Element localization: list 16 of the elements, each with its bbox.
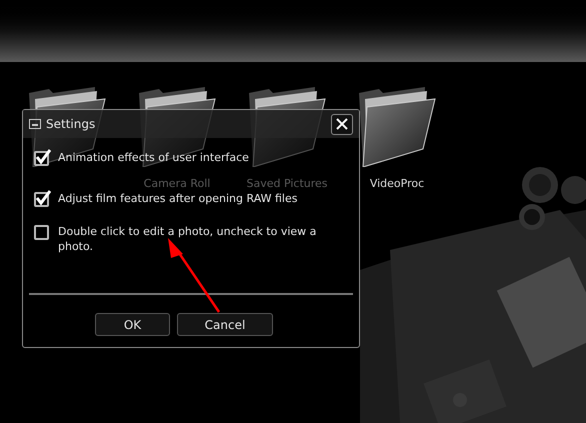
checkbox[interactable] <box>34 225 49 240</box>
window-title: Settings <box>46 116 96 133</box>
option-label: Adjust film features after opening RAW files <box>58 191 298 206</box>
folder-icon[interactable] <box>357 85 437 167</box>
dialog-button[interactable]: OK <box>95 313 170 336</box>
folder-label: Saved Pictures <box>246 178 328 189</box>
option-label: Animation effects of user interface <box>58 150 250 165</box>
option-label: Double click to edit a photo, uncheck to view a photo. <box>58 224 318 254</box>
folder-label: Camera Roll <box>144 178 210 189</box>
folder-label: VideoProc <box>370 178 424 189</box>
dialog-button[interactable]: Cancel <box>177 313 273 336</box>
window-icon <box>29 119 41 129</box>
checkbox[interactable] <box>34 192 49 207</box>
close-button[interactable] <box>331 114 353 134</box>
close-icon <box>336 118 348 130</box>
checkbox[interactable] <box>34 151 49 166</box>
